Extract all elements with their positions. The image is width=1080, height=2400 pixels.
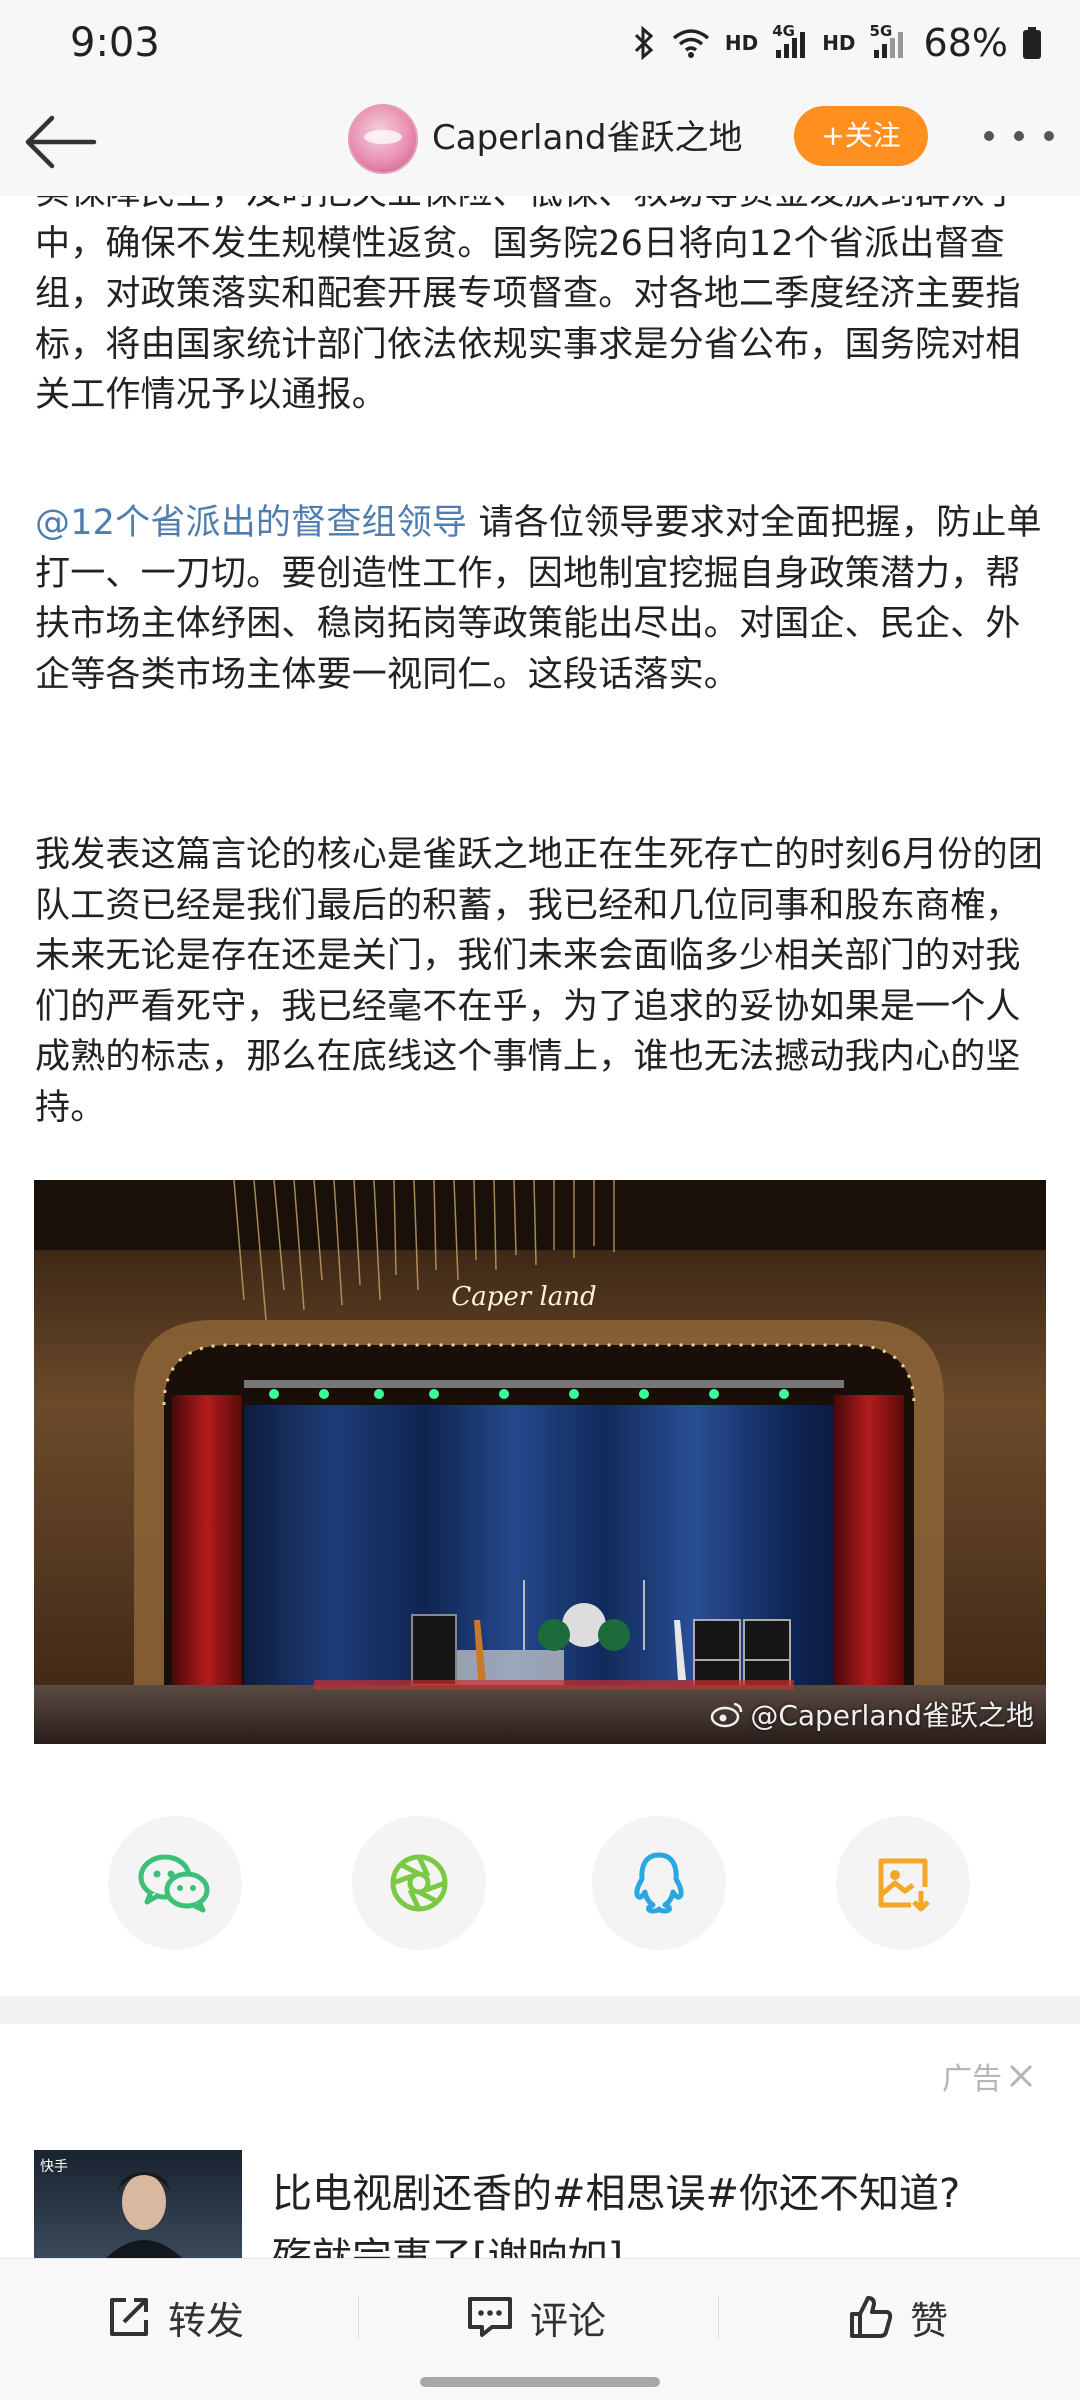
bottom-action-bar: 转发 评论 赞 bbox=[0, 2258, 1080, 2400]
share-wechat-button[interactable] bbox=[108, 1816, 242, 1950]
stage-sign: Caper land bbox=[451, 1282, 596, 1312]
ad-thumb-figure bbox=[104, 2172, 184, 2260]
home-indicator[interactable] bbox=[420, 2377, 660, 2387]
section-divider bbox=[0, 1996, 1080, 2024]
network-label-2: HD bbox=[822, 31, 856, 55]
ad-thumbnail[interactable]: 快手 bbox=[34, 2150, 242, 2260]
like-label: 赞 bbox=[910, 2298, 949, 2343]
repost-button[interactable]: 转发 bbox=[106, 2287, 244, 2347]
action-divider bbox=[358, 2295, 359, 2339]
comment-icon bbox=[468, 2297, 512, 2337]
bluetooth-icon bbox=[634, 26, 654, 60]
ad-label-text: 广告 bbox=[942, 2062, 1002, 2097]
repost-label: 转发 bbox=[168, 2298, 245, 2343]
signal-icon-1: 4G bbox=[772, 22, 808, 60]
nav-title[interactable]: Caperland雀跃之地 bbox=[432, 112, 742, 164]
save-image-button[interactable] bbox=[836, 1816, 970, 1950]
status-time: 9:03 bbox=[70, 20, 160, 66]
post-paragraph-2: @12个省派出的督查组领导 请各位领导要求对全面把握，防止单打一、一刀切。要创造… bbox=[35, 498, 1050, 700]
qq-icon bbox=[634, 1852, 684, 1914]
comment-label: 评论 bbox=[530, 2298, 607, 2343]
more-dot-icon bbox=[1044, 131, 1054, 141]
status-bar: 9:03 HD 4G HD 5G 68% bbox=[0, 0, 1080, 88]
share-row bbox=[0, 1816, 1080, 1952]
image-watermark: @Caperland雀跃之地 bbox=[710, 1694, 1034, 1734]
ad-label[interactable]: 广告 bbox=[942, 2054, 1036, 2098]
nav-bar: Caperland雀跃之地 +关注 bbox=[0, 88, 1080, 196]
share-qq-button[interactable] bbox=[592, 1816, 726, 1950]
image-watermark-text: @Caperland雀跃之地 bbox=[750, 1699, 1034, 1732]
moments-icon bbox=[390, 1854, 448, 1912]
network-label-1: HD bbox=[724, 31, 759, 55]
more-options-button[interactable] bbox=[984, 118, 1054, 154]
back-arrow-icon bbox=[25, 115, 97, 169]
post-paragraph-3: 我发表这篇言论的核心是雀跃之地正在生死存亡的时刻6月份的团队工资已经是我们最后的… bbox=[35, 835, 1044, 1128]
more-dot-icon bbox=[1014, 131, 1024, 141]
post-image[interactable]: Caper land @Caperland雀跃之地 bbox=[34, 1180, 1046, 1744]
signal-icon-2: 5G bbox=[870, 22, 906, 60]
status-icons: HD 4G HD 5G 68% bbox=[631, 18, 1042, 68]
follow-button[interactable]: +关注 bbox=[794, 106, 928, 166]
repost-icon bbox=[110, 2298, 148, 2336]
like-button[interactable]: 赞 bbox=[848, 2287, 948, 2347]
ad-title-line-1[interactable]: 比电视剧还香的#相思误#你还不知道? bbox=[272, 2168, 1032, 2220]
wechat-icon bbox=[138, 1854, 210, 1913]
battery-percent: 68% bbox=[923, 21, 1008, 65]
post-paragraph-1: 实保障民生，及时把失业保险、低保、救助等资金发放到群众手中，确保不发生规模性返贫… bbox=[35, 196, 1021, 415]
thumbs-up-icon bbox=[850, 2296, 893, 2338]
action-divider bbox=[718, 2295, 719, 2339]
back-button[interactable] bbox=[22, 112, 98, 172]
weibo-logo-icon bbox=[711, 1702, 743, 1728]
comment-button[interactable]: 评论 bbox=[466, 2287, 606, 2347]
share-moments-button[interactable] bbox=[352, 1816, 486, 1950]
battery-icon bbox=[1023, 27, 1041, 59]
post-body: 实保障民生，及时把失业保险、低保、救助等资金发放到群众手中，确保不发生规模性返贫… bbox=[0, 196, 1080, 1996]
more-dot-icon bbox=[984, 131, 994, 141]
weibo-post-page: 9:03 HD 4G HD 5G 68% Caperland雀跃之地 +关注 中… bbox=[0, 0, 1080, 2400]
avatar[interactable] bbox=[348, 104, 418, 174]
wifi-icon bbox=[672, 29, 709, 58]
stage-scene: Caper land bbox=[34, 1180, 1046, 1744]
close-icon[interactable] bbox=[1006, 2061, 1036, 2091]
save-image-icon bbox=[878, 1858, 930, 1912]
mention-link[interactable]: @12个省派出的督查组领导 bbox=[35, 503, 467, 543]
